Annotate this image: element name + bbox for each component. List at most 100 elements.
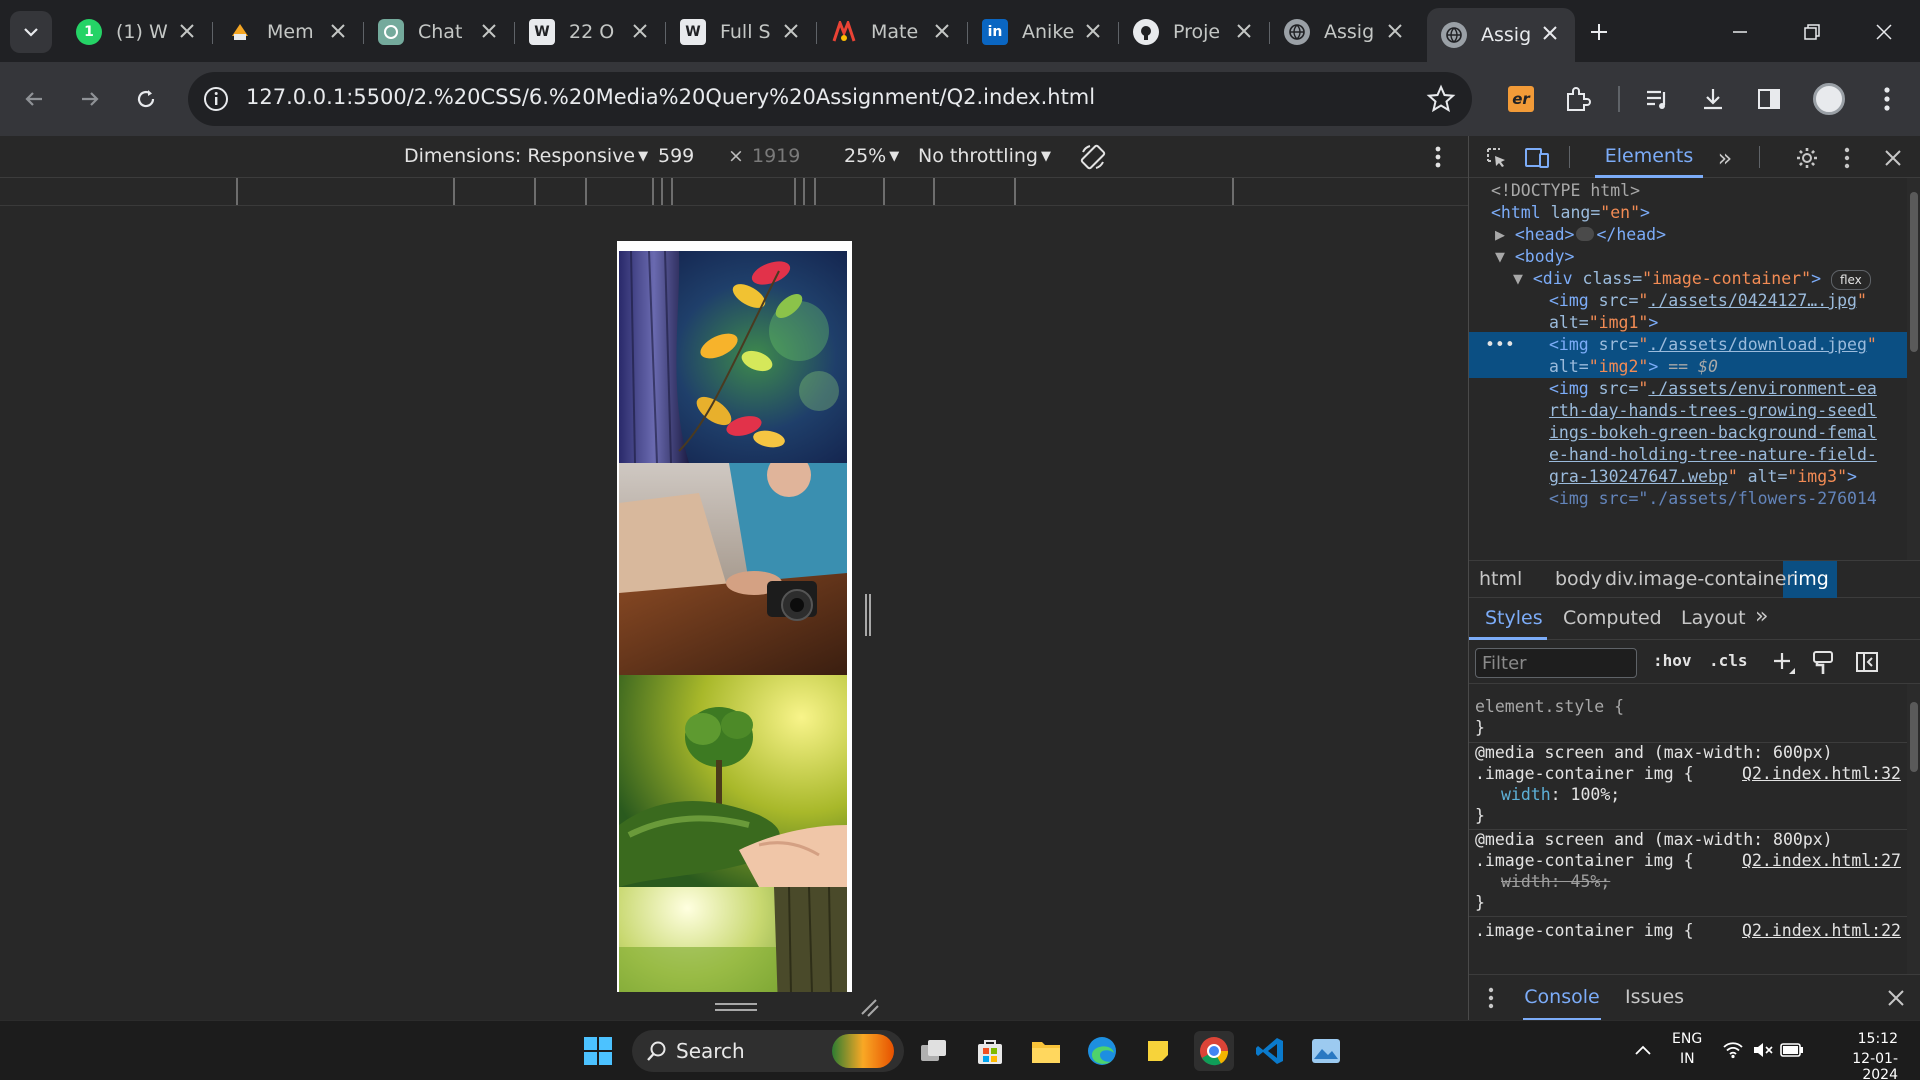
more-subtabs-icon[interactable]: » [1755, 604, 1768, 629]
tab-assignment-active[interactable]: Assig [1427, 8, 1575, 62]
close-tab-icon[interactable] [1082, 20, 1104, 42]
close-tab-icon[interactable] [629, 20, 651, 42]
close-window-button[interactable] [1864, 12, 1904, 52]
kebab-menu-icon[interactable] [1428, 144, 1448, 170]
clock-date[interactable]: 12-01-2024 [1822, 1051, 1898, 1080]
tab-search-button[interactable] [10, 11, 52, 53]
rule3-selector[interactable]: .image-container img {Q2.index.html:22 [1475, 920, 1907, 941]
microsoft-store-button[interactable] [970, 1031, 1010, 1071]
dom-scrollbar-thumb[interactable] [1910, 192, 1918, 352]
dom-tree[interactable]: <!DOCTYPE html> <html lang="en"> ▶ <head… [1469, 178, 1907, 560]
styles-pane[interactable]: element.style { } @media screen and (max… [1469, 684, 1907, 974]
devtools-settings-button[interactable] [1793, 144, 1821, 172]
device-frame[interactable] [617, 241, 852, 992]
inspect-element-button[interactable] [1483, 144, 1511, 172]
ellipsis-badge[interactable] [1576, 227, 1595, 241]
reload-button[interactable] [126, 79, 166, 119]
rule1-declaration[interactable]: width: 100%; [1501, 784, 1620, 805]
star-icon[interactable] [1426, 84, 1456, 114]
url-text[interactable]: 127.0.0.1:5500/2.%20CSS/6.%20Media%20Que… [246, 85, 1095, 109]
close-tab-icon[interactable] [1384, 20, 1406, 42]
extensions-button[interactable] [1560, 82, 1594, 116]
close-tab-icon[interactable] [780, 20, 802, 42]
media-query-bar[interactable] [0, 178, 1468, 206]
hov-toggle[interactable]: :hov [1653, 651, 1692, 670]
rule2-source-link[interactable]: Q2.index.html:27 [1742, 850, 1901, 871]
width-input[interactable]: 599 [658, 145, 694, 167]
chevron-up-icon[interactable] [1634, 1043, 1652, 1057]
drawer-tab-issues[interactable]: Issues [1625, 986, 1684, 1008]
restore-button[interactable] [1792, 12, 1832, 52]
breadcrumb-body[interactable]: body [1555, 568, 1602, 590]
element-style-rule[interactable]: element.style { [1475, 696, 1624, 717]
device-toolbar-toggle[interactable] [1523, 144, 1551, 172]
flex-badge[interactable]: flex [1830, 270, 1871, 290]
node-actions-icon[interactable]: ••• [1485, 332, 1515, 357]
battery-icon[interactable] [1780, 1041, 1804, 1059]
forward-button[interactable] [70, 79, 110, 119]
minimize-button[interactable] [1720, 12, 1760, 52]
cls-toggle[interactable]: .cls [1709, 651, 1748, 670]
photo-img1[interactable] [619, 251, 847, 463]
photo-img3[interactable] [619, 675, 847, 887]
profile-button[interactable] [1812, 82, 1846, 116]
info-icon[interactable] [202, 85, 230, 113]
new-tab-button[interactable] [1582, 15, 1616, 49]
rule2-media[interactable]: @media screen and (max-width: 800px) [1475, 829, 1833, 850]
tab-styles[interactable]: Styles [1485, 607, 1543, 629]
dimensions-select[interactable]: Dimensions: Responsive ▼ [404, 145, 648, 167]
tab-github[interactable]: Proje [1119, 10, 1270, 54]
breadcrumb-div[interactable]: div.image-container [1605, 568, 1794, 590]
resize-handle-right[interactable] [864, 594, 872, 636]
file-explorer-button[interactable] [1026, 1031, 1066, 1071]
height-input[interactable]: 1919 [752, 145, 800, 167]
dom-img4-node[interactable]: <img src="./assets/flowers-276014 [1549, 486, 1877, 511]
close-tab-icon[interactable] [1539, 22, 1561, 44]
styles-filter-input[interactable] [1475, 648, 1637, 678]
dom-scrollbar[interactable] [1907, 178, 1920, 560]
rule1-media[interactable]: @media screen and (max-width: 600px) [1475, 742, 1833, 763]
tab-memo[interactable]: Mem [213, 10, 364, 54]
new-style-rule-icon[interactable] [1771, 650, 1797, 676]
tab-whatsapp[interactable]: 1 (1) W [62, 10, 213, 54]
extension-er[interactable]: er [1504, 82, 1538, 116]
media-controls-button[interactable] [1640, 82, 1674, 116]
side-panel-button[interactable] [1752, 82, 1786, 116]
downloads-button[interactable] [1696, 82, 1730, 116]
tab-assignment-1[interactable]: Assig [1270, 10, 1420, 54]
clock-time[interactable]: 15:12 [1822, 1031, 1898, 1047]
vscode-button[interactable] [1250, 1031, 1290, 1071]
address-bar[interactable]: 127.0.0.1:5500/2.%20CSS/6.%20Media%20Que… [188, 72, 1472, 126]
close-tab-icon[interactable] [327, 20, 349, 42]
chrome-button[interactable] [1194, 1031, 1234, 1071]
rule2-selector[interactable]: .image-container img {Q2.index.html:27 [1475, 850, 1907, 871]
tab-material[interactable]: Mate [817, 10, 968, 54]
breadcrumb-img[interactable]: img [1793, 568, 1829, 590]
tab-elements[interactable]: Elements [1595, 136, 1703, 178]
zoom-select[interactable]: 25% ▼ [844, 145, 899, 167]
close-tab-icon[interactable] [478, 20, 500, 42]
more-panels-button[interactable]: » [1711, 144, 1739, 172]
rule1-source-link[interactable]: Q2.index.html:32 [1742, 763, 1901, 784]
styles-scrollbar-thumb[interactable] [1910, 702, 1918, 772]
paint-brush-icon[interactable] [1811, 650, 1835, 676]
wifi-icon[interactable] [1722, 1041, 1744, 1059]
volume-muted-icon[interactable] [1752, 1041, 1774, 1059]
tab-computed[interactable]: Computed [1563, 607, 1662, 629]
photo-img4[interactable] [619, 887, 847, 992]
drawer-tab-console[interactable]: Console [1523, 975, 1601, 1021]
resize-corner-icon[interactable] [858, 996, 880, 1018]
language-indicator[interactable]: ENG [1672, 1031, 1702, 1047]
tab-chatgpt[interactable]: Chat [364, 10, 515, 54]
close-tab-icon[interactable] [1233, 20, 1255, 42]
toggle-sidebar-icon[interactable] [1855, 650, 1879, 674]
breadcrumb-html[interactable]: html [1479, 568, 1522, 590]
start-button[interactable] [578, 1031, 618, 1071]
tab-layout[interactable]: Layout [1681, 607, 1746, 629]
close-tab-icon[interactable] [931, 20, 953, 42]
sticky-notes-button[interactable] [1138, 1031, 1178, 1071]
task-view-button[interactable] [914, 1031, 954, 1071]
throttling-select[interactable]: No throttling ▼ [918, 145, 1051, 167]
close-tab-icon[interactable] [176, 20, 198, 42]
tab-wordpress-2[interactable]: W Full S [666, 10, 817, 54]
